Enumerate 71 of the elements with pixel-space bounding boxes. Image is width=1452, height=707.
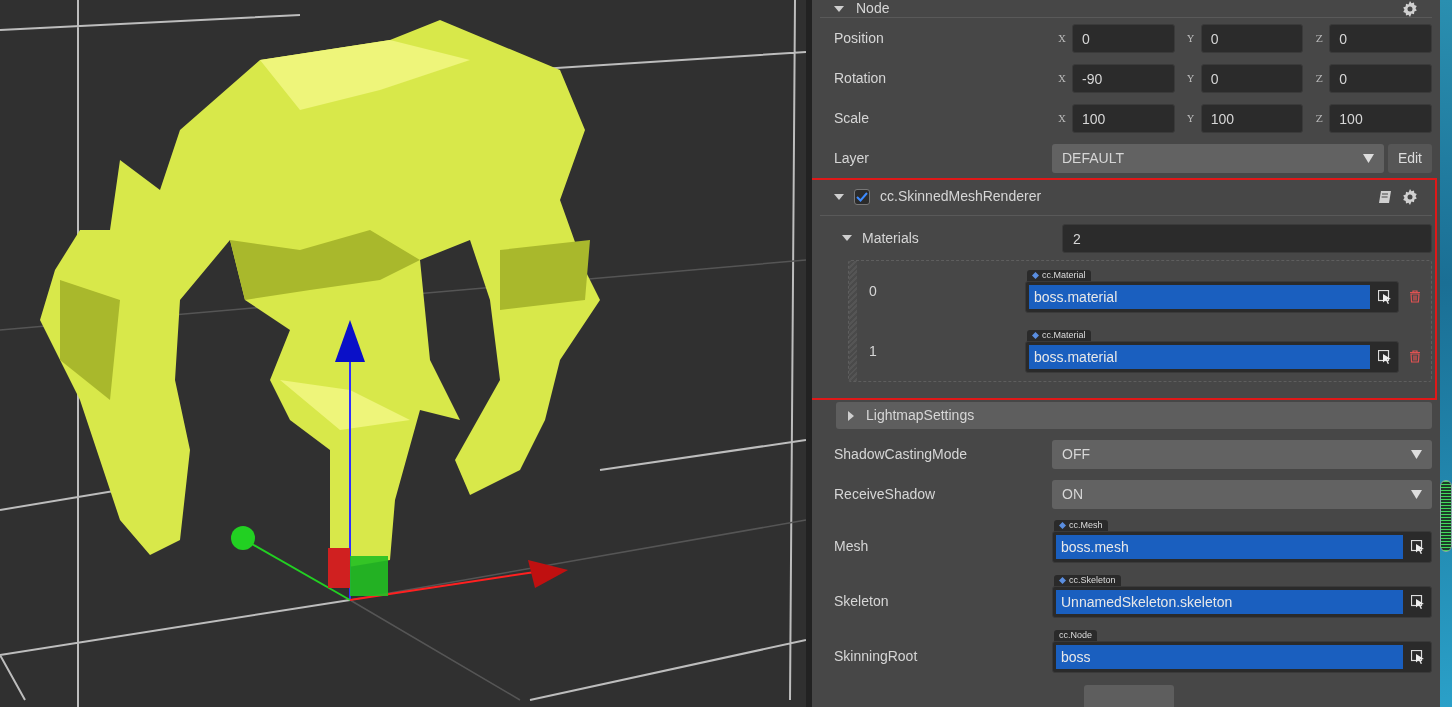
array-index: 1 <box>868 341 878 361</box>
asset-type-tag: cc.Material <box>1027 329 1091 341</box>
diamond-icon <box>1059 522 1066 529</box>
diamond-icon <box>1032 271 1039 279</box>
asset-field[interactable]: boss.material <box>1025 340 1399 373</box>
checkmark-icon <box>856 191 868 202</box>
caret-icon[interactable] <box>842 233 852 243</box>
number-field[interactable]: 2 <box>1062 223 1432 253</box>
axis-label: Y <box>1186 111 1195 126</box>
property-label: Layer <box>834 148 871 168</box>
array-index: 0 <box>868 281 878 301</box>
pointer-icon[interactable] <box>1411 595 1425 609</box>
asset-type-tag: cc.Node <box>1054 630 1098 641</box>
diamond-icon <box>1059 577 1066 584</box>
asset-type-tag: cc.Skeleton <box>1054 575 1121 586</box>
edit-button[interactable]: Edit <box>1387 143 1432 173</box>
property-label: Skeleton <box>834 592 890 611</box>
property-label: ReceiveShadow <box>834 484 937 504</box>
caret-icon[interactable] <box>834 191 844 202</box>
property-label: ShadowCastingMode <box>834 444 969 464</box>
asset-type-tag: cc.Material <box>1027 269 1091 281</box>
number-field[interactable]: 100 <box>1329 103 1432 133</box>
caret-icon[interactable] <box>834 3 844 14</box>
property-label: Materials <box>862 228 920 248</box>
property-label: Rotation <box>834 68 888 88</box>
dropdown[interactable]: ON <box>1052 479 1432 509</box>
book-icon[interactable] <box>1378 189 1392 204</box>
diamond-icon <box>1032 331 1039 339</box>
pointer-icon[interactable] <box>1378 349 1392 364</box>
asset-type-tag: cc.Mesh <box>1054 520 1108 531</box>
number-field[interactable]: 100 <box>1200 103 1304 133</box>
property-label: SkinningRoot <box>834 647 919 666</box>
number-field[interactable]: 0 <box>1200 23 1304 53</box>
property-label: Scale <box>834 108 871 128</box>
scrollbar-thumb[interactable] <box>1440 480 1452 552</box>
number-field[interactable]: 0 <box>1072 23 1175 53</box>
axis-label: X <box>1057 111 1067 126</box>
asset-field[interactable]: UnnamedSkeleton.skeleton <box>1052 586 1432 618</box>
asset-field[interactable]: boss <box>1052 641 1432 673</box>
caret-icon[interactable] <box>846 410 856 421</box>
pointer-icon[interactable] <box>1411 540 1425 554</box>
caret-icon <box>1362 153 1374 163</box>
number-field[interactable]: 100 <box>1072 103 1175 133</box>
number-field[interactable]: -90 <box>1072 63 1175 93</box>
axis-label: Z <box>1314 111 1324 126</box>
layer-dropdown[interactable]: DEFAULT <box>1052 143 1384 173</box>
caret-icon <box>1411 489 1422 499</box>
component-title: cc.SkinnedMeshRenderer <box>880 187 1043 206</box>
settings-icon[interactable] <box>1402 188 1418 205</box>
property-label: Position <box>834 28 885 48</box>
scene-viewport[interactable] <box>0 0 806 707</box>
number-field[interactable]: 0 <box>1200 63 1304 93</box>
axis-label: Z <box>1314 71 1324 86</box>
axis-label: Y <box>1186 31 1195 46</box>
pointer-icon[interactable] <box>1378 289 1392 304</box>
axis-label: X <box>1057 71 1067 86</box>
caret-icon <box>1411 449 1422 459</box>
settings-icon[interactable] <box>1402 0 1418 17</box>
number-field[interactable]: 0 <box>1329 63 1432 93</box>
asset-field[interactable]: boss.material <box>1025 280 1399 313</box>
axis-label: Z <box>1314 31 1324 46</box>
property-label: Mesh <box>834 537 870 556</box>
pointer-icon[interactable] <box>1411 650 1425 664</box>
lightmap-settings-header[interactable]: LightmapSettings <box>836 402 1432 429</box>
axis-label: X <box>1057 31 1067 46</box>
axis-label: Y <box>1186 71 1195 86</box>
asset-field[interactable]: boss.mesh <box>1052 531 1432 563</box>
number-field[interactable]: 0 <box>1329 23 1432 53</box>
dropdown[interactable]: OFF <box>1052 439 1432 469</box>
section-title: Node <box>856 0 891 18</box>
enabled-checkbox[interactable] <box>854 188 870 205</box>
